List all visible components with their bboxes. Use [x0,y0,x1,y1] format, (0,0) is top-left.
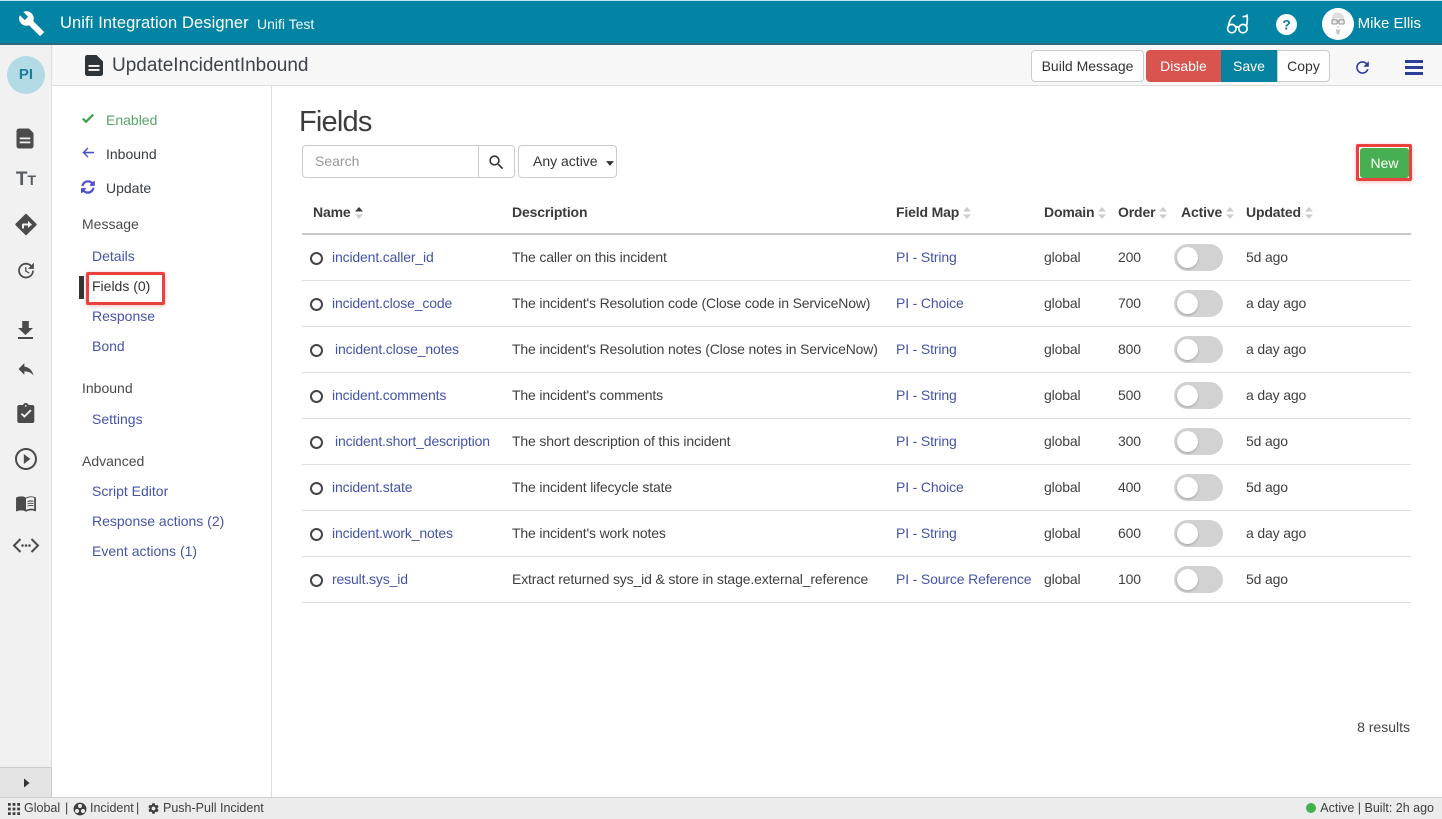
svg-text:?: ? [1282,16,1291,32]
